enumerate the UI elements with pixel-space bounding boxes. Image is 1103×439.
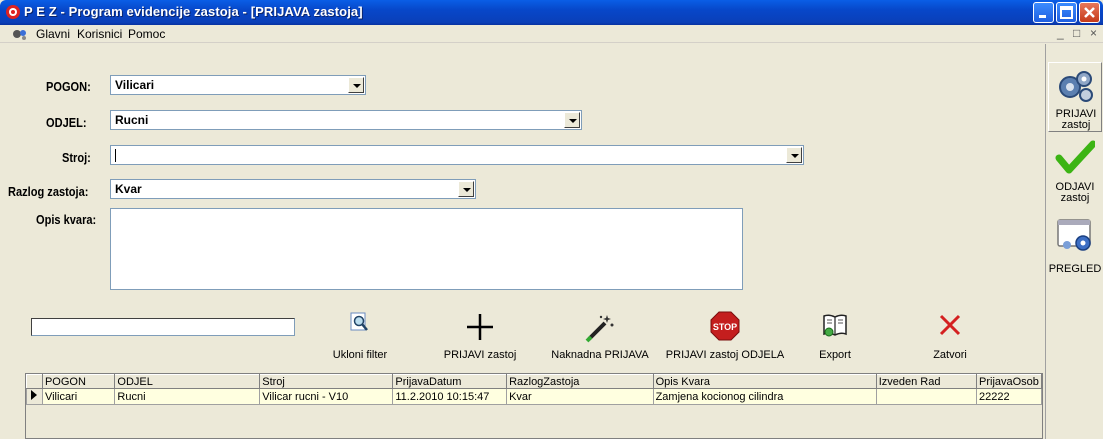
opis-textarea[interactable] [110,208,743,290]
current-row-arrow-icon [31,390,37,400]
sidebar-item-odjavi-zastoj[interactable]: ODJAVI zastoj [1048,136,1102,206]
razlog-label: Razlog zastoja: [8,184,89,199]
menu-glavni[interactable]: Glavni [36,27,70,41]
stroj-label: Stroj: [62,150,91,165]
magic-wand-icon [585,315,614,343]
checkmark-icon [1055,140,1095,174]
search-icon [350,312,368,331]
cell-prijavadatum[interactable]: 11.2.2010 10:15:47 [392,388,508,405]
export-label: Export [819,349,851,361]
prijavi-zastoj-button[interactable]: PRIJAVI zastoj [430,309,530,365]
cell-razlogzastoja[interactable]: Kvar [506,388,654,405]
naknadna-prijava-label: Naknadna PRIJAVA [551,349,649,361]
prijavi-zastoj-odjela-label: PRIJAVI zastoj ODJELA [665,349,785,361]
chevron-down-icon[interactable] [564,112,580,128]
cell-opis-kvara[interactable]: Zamjena kocionog cilindra [652,388,877,405]
menu-pomoc[interactable]: Pomoc [128,27,165,41]
table-header-row: POGON ODJEL Stroj PrijavaDatum RazlogZas… [26,374,1042,389]
pogon-value: Vilicari [115,78,155,92]
sidebar-odjavi-line2: zastoj [1060,192,1090,204]
export-button[interactable]: Export [810,309,860,365]
column-header-razlogzastoja[interactable]: RazlogZastoja [506,374,654,389]
action-toolbar: Ukloni filter PRIJAVI zastoj Naknadna PR… [25,307,1043,367]
prijavi-zastoj-odjela-button[interactable]: STOP PRIJAVI zastoj ODJELA [666,309,784,365]
pogon-select[interactable]: Vilicari [110,75,366,95]
plus-icon [467,314,493,340]
sidebar-item-pregled[interactable]: PREGLED [1048,212,1102,282]
table-row[interactable]: Vilicari Rucni Vilicar rucni - V10 11.2.… [26,388,1042,405]
prijava-form: POGON: Vilicari ODJEL: Rucni Stroj: Razl… [0,44,1045,306]
odjel-select[interactable]: Rucni [110,110,582,130]
maximize-button[interactable] [1056,2,1077,23]
sidebar-item-prijavi-zastoj[interactable]: PRIJAVI zastoj [1048,62,1102,132]
cell-prijavaosob[interactable]: 22222 [976,388,1042,405]
mdi-restore-button[interactable]: □ [1073,26,1080,40]
row-indicator-header [26,374,43,389]
window-title: P E Z - Program evidencije zastoja - [PR… [24,4,363,19]
cell-izveden-rad[interactable] [875,388,978,405]
column-header-prijavadatum[interactable]: PrijavaDatum [392,374,508,389]
chevron-down-icon[interactable] [458,181,474,197]
ukloni-filter-label: Ukloni filter [332,349,388,361]
menu-korisnici[interactable]: Korisnici [77,27,122,41]
app-icon [6,5,20,19]
minimize-icon [1039,15,1046,18]
close-icon [1084,7,1095,18]
zatvori-label: Zatvori [933,349,967,361]
razlog-select[interactable]: Kvar [110,179,476,199]
close-icon [939,314,961,336]
mdi-close-button[interactable]: × [1090,26,1097,40]
column-header-opis-kvara[interactable]: Opis Kvara [652,374,877,389]
mdi-child-icon[interactable] [12,27,28,41]
minimize-button[interactable] [1033,2,1054,23]
cell-pogon[interactable]: Vilicari [41,388,116,405]
sidebar-prijavi-line2: zastoj [1061,119,1091,131]
maximize-icon [1060,6,1073,19]
gears-icon [1059,71,1093,102]
cell-stroj[interactable]: Vilicar rucni - V10 [259,388,394,405]
right-sidebar: PRIJAVI zastoj ODJAVI zastoj PREGLED [1045,44,1103,439]
prijavi-zastoj-label: PRIJAVI zastoj [443,349,517,361]
column-header-prijavaosob[interactable]: PrijavaOsob [976,374,1042,389]
pogon-label: POGON: [46,79,91,94]
column-header-pogon[interactable]: POGON [41,374,116,389]
column-header-stroj[interactable]: Stroj [259,374,394,389]
close-window-button[interactable] [1079,2,1100,23]
sidebar-pregled-label: PREGLED [1048,263,1102,275]
cell-odjel[interactable]: Rucni [114,388,261,405]
stop-sign-icon: STOP [710,311,740,341]
naknadna-prijava-button[interactable]: Naknadna PRIJAVA [550,309,650,365]
odjel-label: ODJEL: [46,115,87,130]
row-indicator [26,388,43,405]
mdi-minimize-button[interactable]: _ [1057,26,1064,40]
column-header-odjel[interactable]: ODJEL [114,374,261,389]
filter-input[interactable] [31,318,295,336]
svg-text:STOP: STOP [713,322,737,332]
chevron-down-icon[interactable] [786,147,802,163]
zastoji-grid: POGON ODJEL Stroj PrijavaDatum RazlogZas… [25,373,1043,439]
razlog-value: Kvar [115,182,142,196]
zatvori-button[interactable]: Zatvori [920,309,980,365]
column-header-izveden-rad[interactable]: Izveden Rad [875,374,978,389]
text-cursor [115,149,116,162]
title-bar: P E Z - Program evidencije zastoja - [PR… [0,0,1103,25]
book-icon [823,314,847,337]
odjel-value: Rucni [115,113,149,127]
opis-label: Opis kvara: [36,212,97,227]
zastoji-table: POGON ODJEL Stroj PrijavaDatum RazlogZas… [26,374,1042,405]
stroj-select[interactable] [110,145,804,165]
ukloni-filter-button[interactable]: Ukloni filter [330,309,390,365]
chevron-down-icon[interactable] [348,77,364,93]
menu-bar: Glavni Korisnici Pomoc _ □ × [0,25,1103,43]
settings-window-icon [1057,219,1091,251]
